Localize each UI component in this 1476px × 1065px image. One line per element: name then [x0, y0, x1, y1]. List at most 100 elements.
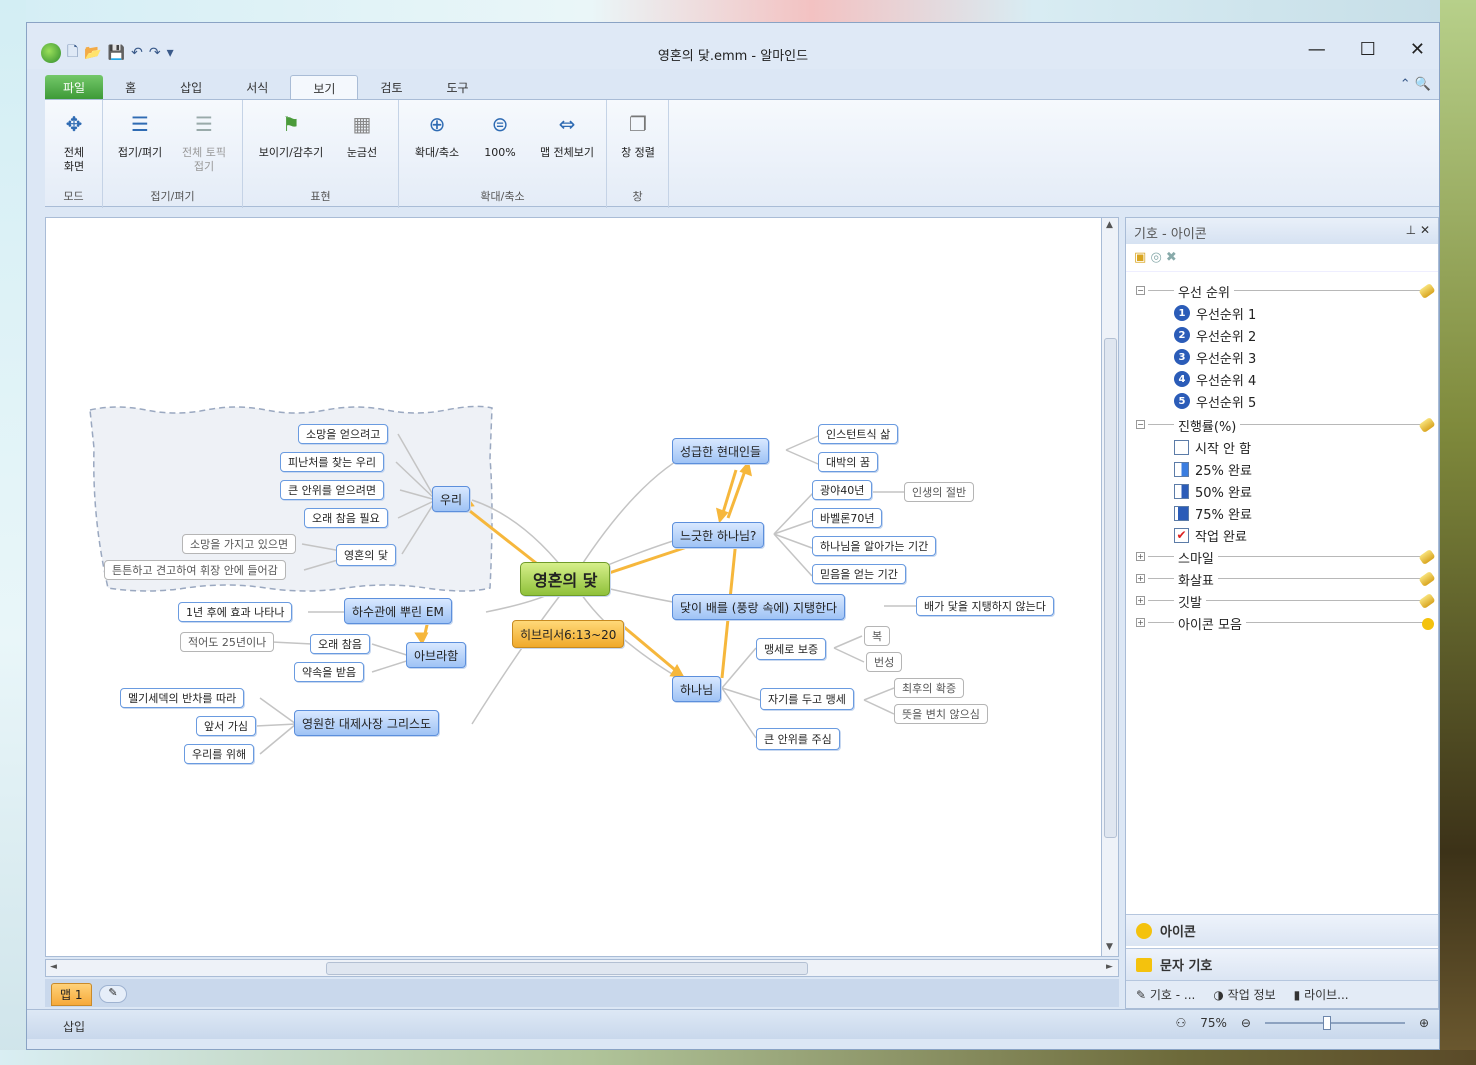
- progress-0[interactable]: 시작 안 함: [1174, 436, 1251, 458]
- group-progress[interactable]: 진행률(%): [1174, 414, 1241, 436]
- node-anchor[interactable]: 영혼의 닻: [336, 544, 396, 566]
- maximize-button[interactable]: ☐: [1360, 39, 1376, 60]
- node-comfort[interactable]: 큰 안위를 얻으려면: [280, 480, 384, 500]
- priority-2[interactable]: 2 우선순위 2: [1174, 324, 1256, 346]
- node-firm[interactable]: 튼튼하고 견고하여 휘장 안에 들어감: [104, 560, 286, 580]
- node-holding-hope[interactable]: 소망을 가지고 있으면: [182, 534, 297, 554]
- search-icon[interactable]: 🔍: [1415, 77, 1431, 92]
- group-priority[interactable]: 우선 순위: [1174, 280, 1234, 302]
- collapse-ribbon-icon[interactable]: ⌃: [1400, 77, 1411, 92]
- node-promise[interactable]: 약속을 받음: [294, 662, 365, 682]
- tab-file[interactable]: 파일: [45, 75, 104, 99]
- node-unchanging[interactable]: 뜻을 변치 않으심: [894, 704, 988, 724]
- collapse-toggle[interactable]: −: [1136, 420, 1145, 429]
- collapse-toggle[interactable]: −: [1136, 286, 1145, 295]
- horizontal-scroll-thumb[interactable]: [326, 962, 808, 975]
- node-instant[interactable]: 인스턴트식 삶: [818, 424, 899, 444]
- scroll-up-arrow[interactable]: ▲: [1106, 220, 1113, 230]
- panel-tab-task-info[interactable]: ◑ 작업 정보: [1213, 986, 1275, 1003]
- priority-5[interactable]: 5 우선순위 5: [1174, 390, 1256, 412]
- node-long-wait[interactable]: 오래 참음: [310, 634, 370, 654]
- node-wuri[interactable]: 우리: [432, 486, 471, 512]
- tab-view[interactable]: 보기: [290, 75, 359, 99]
- node-babylon[interactable]: 바벨론70년: [812, 508, 883, 528]
- node-half-life[interactable]: 인생의 절반: [904, 482, 975, 502]
- zoom-in-icon[interactable]: ⊕: [1419, 1016, 1429, 1030]
- node-refuge[interactable]: 피난처를 찾는 우리: [280, 452, 384, 472]
- node-self-oath[interactable]: 자기를 두고 맹세: [760, 688, 854, 710]
- node-for-us[interactable]: 우리를 위해: [184, 744, 255, 764]
- progress-50[interactable]: 50% 완료: [1174, 480, 1252, 502]
- node-patience[interactable]: 오래 참음 필요: [304, 508, 388, 528]
- progress-25[interactable]: 25% 완료: [1174, 458, 1252, 480]
- group-icon-set[interactable]: 아이콘 모음: [1174, 612, 1246, 634]
- pin-close-icons[interactable]: ⊥ ✕: [1406, 223, 1430, 237]
- node-oath[interactable]: 맹세로 보증: [756, 638, 827, 660]
- node-sink[interactable]: 배가 닻을 지탱하지 않는다: [916, 596, 1054, 616]
- node-melchizedek[interactable]: 멜기세덱의 반차를 따라: [120, 688, 245, 708]
- node-abraham[interactable]: 아브라함: [406, 642, 467, 668]
- zoom-out-icon[interactable]: ⊖: [1241, 1016, 1251, 1030]
- node-bless[interactable]: 복: [864, 626, 891, 646]
- node-ahead[interactable]: 앞서 가심: [196, 716, 256, 736]
- tab-tools[interactable]: 도구: [425, 75, 491, 99]
- zoom-slider[interactable]: [1264, 1016, 1405, 1030]
- vertical-scroll-thumb[interactable]: [1104, 338, 1117, 838]
- section-text-symbols[interactable]: 문자 기호: [1126, 948, 1438, 980]
- scroll-left-arrow[interactable]: ◄: [50, 962, 57, 972]
- fit-map-button[interactable]: ⇔ 맵 전체보기: [531, 108, 603, 160]
- close-button[interactable]: ✕: [1410, 39, 1425, 60]
- minimize-button[interactable]: —: [1308, 39, 1326, 60]
- layout-icon[interactable]: ⚇: [1175, 1016, 1186, 1030]
- node-priest[interactable]: 영원한 대제사장 그리스도: [294, 710, 440, 736]
- horizontal-scrollbar[interactable]: ◄ ►: [45, 959, 1119, 977]
- expand-toggle[interactable]: +: [1136, 552, 1145, 561]
- node-at-least[interactable]: 적어도 25년이나: [180, 632, 275, 652]
- progress-done[interactable]: ✔ 작업 완료: [1174, 524, 1247, 546]
- edit-icon[interactable]: ◎: [1150, 250, 1161, 265]
- expand-toggle[interactable]: +: [1136, 574, 1145, 583]
- node-know-god[interactable]: 하나님을 알아가는 기간: [812, 536, 937, 556]
- mindmap-canvas[interactable]: 소망을 얻으려고 피난처를 찾는 우리 큰 안위를 얻으려면 오래 참음 필요 …: [45, 217, 1119, 957]
- group-flags[interactable]: 깃발: [1174, 590, 1206, 612]
- node-hope[interactable]: 소망을 얻으려고: [298, 424, 389, 444]
- delete-icon[interactable]: ✖: [1166, 250, 1177, 265]
- node-ship[interactable]: 닻이 배를 (풍랑 속에) 지탱한다: [672, 594, 846, 620]
- vertical-scrollbar[interactable]: ▲ ▼: [1101, 217, 1119, 957]
- tab-insert[interactable]: 삽입: [158, 75, 224, 99]
- scroll-right-arrow[interactable]: ►: [1106, 962, 1113, 972]
- gridlines-button[interactable]: ▦ 눈금선: [333, 108, 391, 160]
- section-icons[interactable]: 아이콘: [1126, 914, 1438, 946]
- expand-toggle[interactable]: +: [1136, 596, 1145, 605]
- node-multiply[interactable]: 번성: [866, 652, 903, 672]
- progress-75[interactable]: 75% 완료: [1174, 502, 1252, 524]
- priority-1[interactable]: 1 우선순위 1: [1174, 302, 1256, 324]
- fullscreen-button[interactable]: ✥ 전체 화면: [45, 108, 103, 174]
- tab-review[interactable]: 검토: [358, 75, 424, 99]
- panel-tab-library[interactable]: ▮ 라이브...: [1294, 986, 1349, 1003]
- group-smile[interactable]: 스마일: [1174, 546, 1218, 568]
- fold-unfold-button[interactable]: ☰ 접기/펴기: [111, 108, 169, 160]
- node-central[interactable]: 영혼의 닻: [520, 562, 611, 596]
- zoom-button[interactable]: ⊕ 확대/축소: [405, 108, 469, 160]
- tab-format[interactable]: 서식: [224, 75, 290, 99]
- panel-tab-symbols[interactable]: ✎ 기호 - ...: [1136, 986, 1195, 1003]
- zoom-slider-thumb[interactable]: [1322, 1016, 1331, 1030]
- map-tab-1[interactable]: 맵 1: [51, 983, 92, 1006]
- priority-3[interactable]: 3 우선순위 3: [1174, 346, 1256, 368]
- fold-all-topics-button[interactable]: ☰ 전체 토픽 접기: [175, 108, 233, 174]
- node-slow-god[interactable]: 느긋한 하나님?: [672, 522, 765, 548]
- node-final[interactable]: 최후의 확증: [894, 678, 965, 698]
- node-great-comfort[interactable]: 큰 안위를 주심: [756, 728, 840, 750]
- node-year[interactable]: 1년 후에 효과 나타나: [178, 602, 293, 622]
- node-gain-faith[interactable]: 믿음을 얻는 기간: [812, 564, 906, 584]
- group-arrows[interactable]: 화살표: [1174, 568, 1218, 590]
- scroll-down-arrow[interactable]: ▼: [1106, 942, 1113, 952]
- priority-4[interactable]: 4 우선순위 4: [1174, 368, 1256, 390]
- add-icon[interactable]: ▣: [1134, 250, 1146, 265]
- arrange-windows-button[interactable]: ❐ 창 정렬: [609, 108, 667, 160]
- node-verse[interactable]: 히브리서6:13~20: [512, 620, 625, 648]
- node-god[interactable]: 하나님: [672, 676, 722, 702]
- node-em[interactable]: 하수관에 뿌린 EM: [344, 598, 452, 624]
- zoom-100-button[interactable]: ⊜ 100%: [471, 108, 529, 160]
